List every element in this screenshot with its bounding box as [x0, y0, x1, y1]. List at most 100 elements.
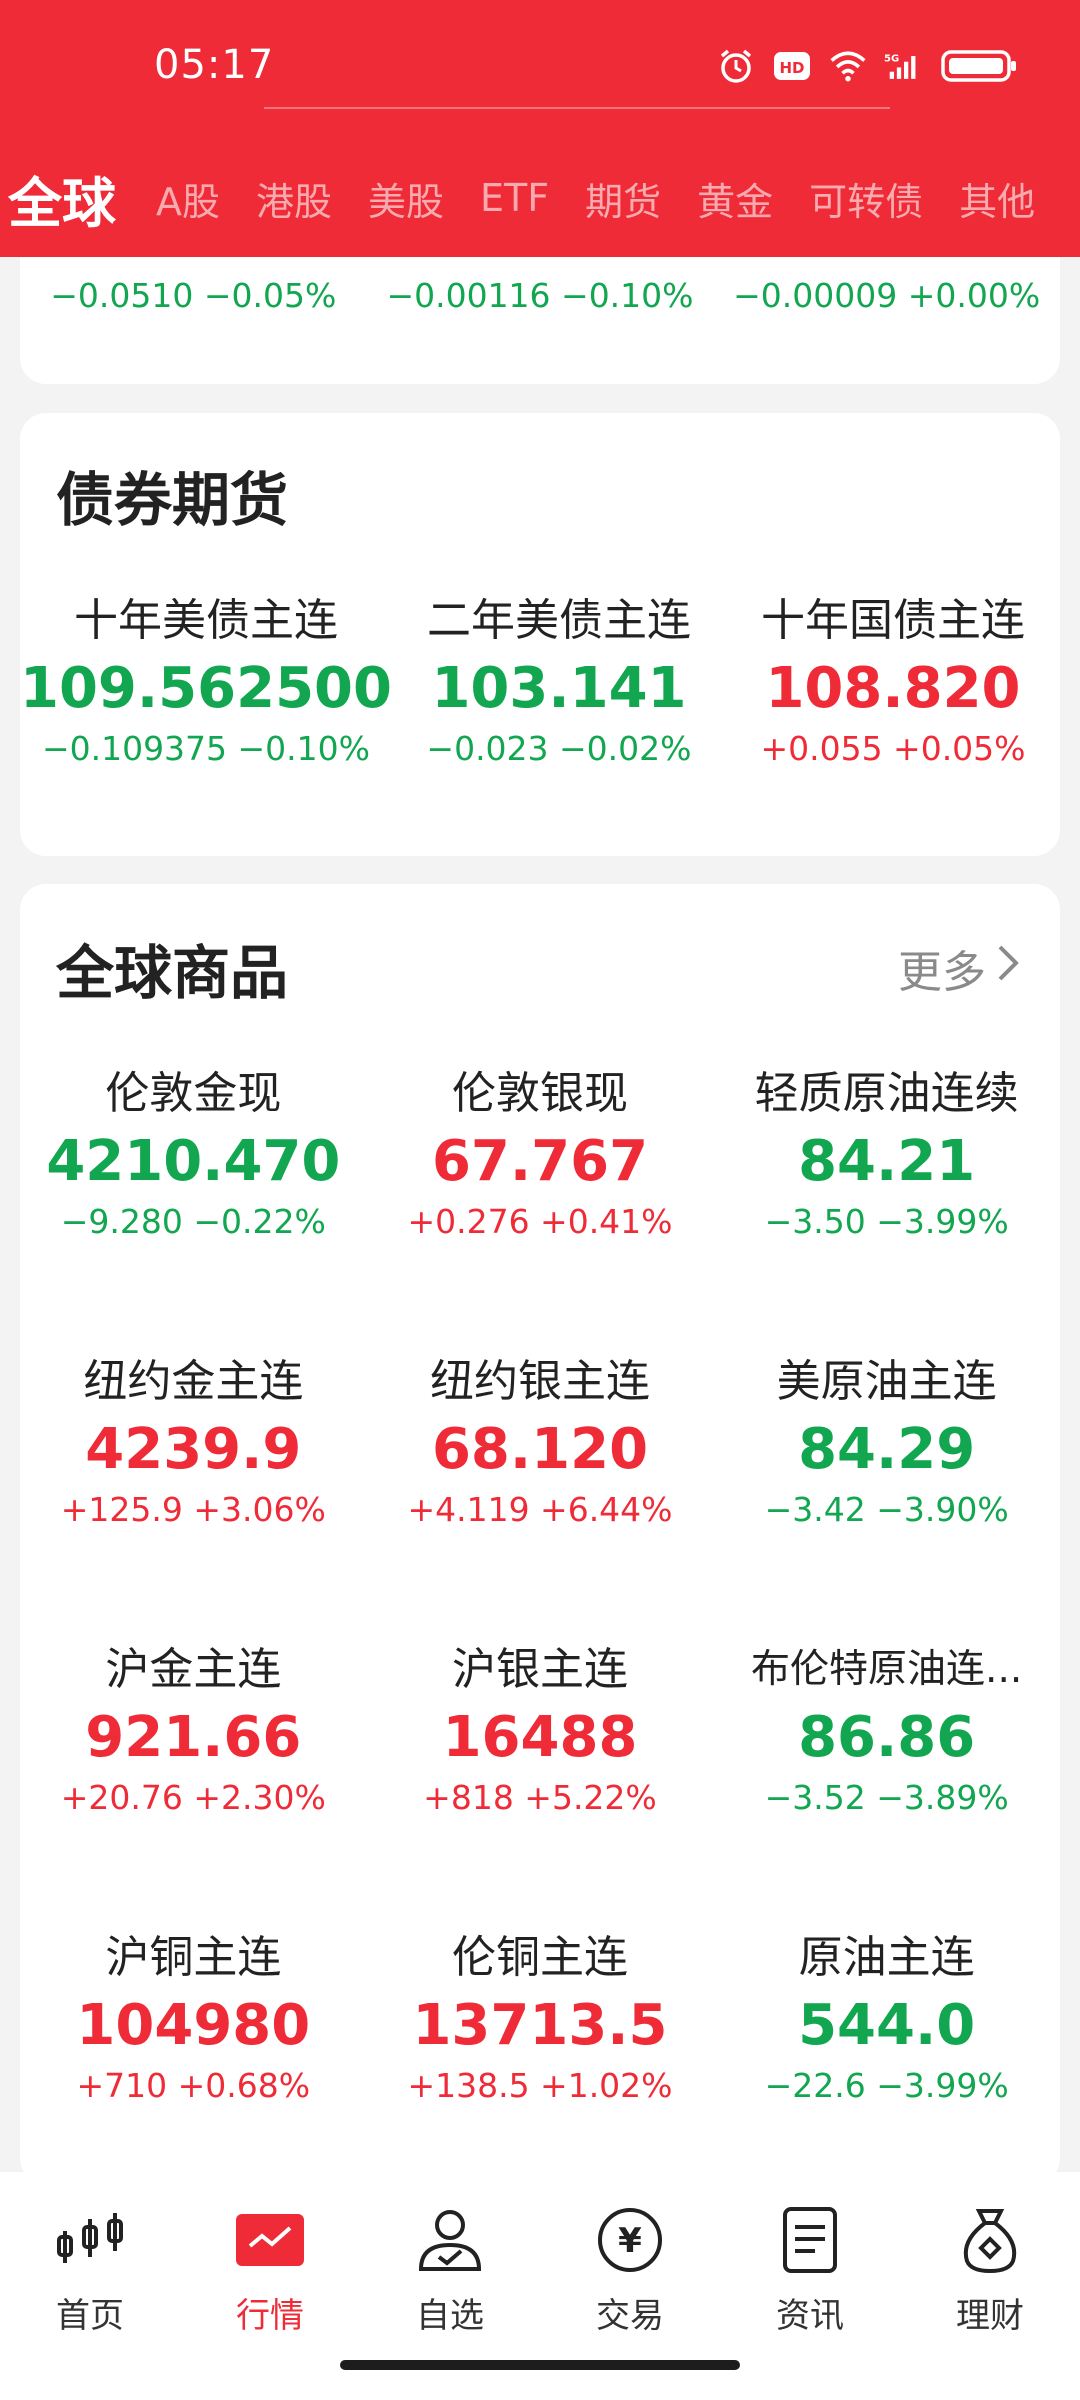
change-text: −0.00116 −0.10%: [386, 276, 694, 315]
quote-price: 84.21: [798, 1129, 976, 1194]
quote-name: 十年国债主连: [760, 595, 1025, 646]
more-label: 更多: [898, 947, 986, 998]
news-document-icon: [770, 2200, 850, 2280]
status-divider: [264, 107, 890, 109]
quote-change: −0.109375 −0.10%: [41, 729, 371, 768]
quote-item[interactable]: 沪金主连 921.66 +20.76 +2.30%: [20, 1640, 367, 1820]
home-indicator[interactable]: [340, 2360, 740, 2370]
tab-futures[interactable]: 期货: [567, 171, 679, 226]
quote-price: 4239.9: [85, 1417, 302, 1482]
status-time: 05:17: [154, 42, 275, 88]
quote-name: 沪金主连: [105, 1644, 282, 1695]
quote-price: 104980: [76, 1993, 311, 2058]
more-link[interactable]: 更多: [898, 936, 1020, 1000]
tab-hk-stocks[interactable]: 港股: [238, 171, 350, 226]
tab-us-stocks[interactable]: 美股: [350, 171, 462, 226]
quote-price: 13713.5: [412, 1993, 668, 2058]
quote-change: +138.5 +1.02%: [407, 2066, 673, 2105]
quote-name: 轻质原油连续: [754, 1068, 1019, 1119]
bond-futures-grid: 十年美债主连 109.562500 −0.109375 −0.10% 二年美债主…: [20, 591, 1060, 771]
nav-label: 交易: [596, 2296, 664, 2336]
commodities-card: 全球商品 更多 伦敦金现 4210.470 −9.280 −0.22% 伦敦银现…: [20, 884, 1060, 2184]
nav-market[interactable]: 行情: [180, 2172, 360, 2400]
tab-a-shares[interactable]: A股: [138, 171, 238, 226]
watchlist-person-icon: [410, 2200, 490, 2280]
5g-signal-icon: 5G: [884, 46, 924, 86]
quote-name: 纽约金主连: [83, 1356, 304, 1407]
forex-item[interactable]: −0.00116 −0.10%: [367, 274, 714, 318]
hd-icon: HD: [772, 46, 812, 86]
quote-item[interactable]: 沪银主连 16488 +818 +5.22%: [367, 1640, 714, 1820]
quote-change: −3.50 −3.99%: [764, 1202, 1009, 1241]
forex-item[interactable]: −0.00009 +0.00%: [713, 274, 1060, 318]
bond-futures-card: 债券期货 十年美债主连 109.562500 −0.109375 −0.10% …: [20, 413, 1060, 856]
change-text: −0.00009 +0.00%: [733, 276, 1041, 315]
home-candlestick-icon: [50, 2200, 130, 2280]
quote-name: 纽约银主连: [429, 1356, 650, 1407]
chevron-right-icon: [996, 943, 1020, 994]
quote-item[interactable]: 二年美债主连 103.141 −0.023 −0.02%: [392, 591, 726, 771]
battery-icon: [940, 46, 1020, 86]
status-bar: 05:17 HD 5G: [0, 0, 1080, 110]
quote-item[interactable]: 美原油主连 84.29 −3.42 −3.90%: [713, 1352, 1060, 1532]
nav-label: 资讯: [776, 2296, 844, 2336]
svg-text:¥: ¥: [618, 2221, 642, 2261]
quote-item[interactable]: 纽约银主连 68.120 +4.119 +6.44%: [367, 1352, 714, 1532]
nav-wealth[interactable]: 理财: [900, 2172, 1080, 2400]
quote-change: −0.023 −0.02%: [426, 729, 692, 768]
quote-item[interactable]: 纽约金主连 4239.9 +125.9 +3.06%: [20, 1352, 367, 1532]
quote-name: 美原油主连: [776, 1356, 997, 1407]
quote-item[interactable]: 伦铜主连 13713.5 +138.5 +1.02%: [367, 1928, 714, 2108]
nav-label: 行情: [236, 2296, 304, 2336]
quote-item[interactable]: 轻质原油连续 84.21 −3.50 −3.99%: [713, 1064, 1060, 1244]
quote-name: 沪银主连: [451, 1644, 628, 1695]
tab-etf[interactable]: ETF: [462, 176, 567, 220]
quote-item[interactable]: 十年国债主连 108.820 +0.055 +0.05%: [726, 591, 1060, 771]
quote-price: 84.29: [798, 1417, 976, 1482]
wealth-bag-icon: [950, 2200, 1030, 2280]
quote-price: 544.0: [798, 1993, 976, 2058]
quote-change: +125.9 +3.06%: [60, 1490, 326, 1529]
quote-price: 16488: [442, 1705, 638, 1770]
quote-price: 86.86: [798, 1705, 976, 1770]
quote-price: 109.562500: [20, 656, 392, 721]
quote-change: +20.76 +2.30%: [60, 1778, 326, 1817]
quote-price: 921.66: [85, 1705, 302, 1770]
quote-item[interactable]: 原油主连 544.0 −22.6 −3.99%: [713, 1928, 1060, 2108]
quote-name: 二年美债主连: [426, 595, 691, 646]
tab-others[interactable]: 其他: [941, 171, 1053, 226]
tab-convertible-bonds[interactable]: 可转债: [791, 171, 941, 226]
forex-item[interactable]: −0.0510 −0.05%: [20, 274, 367, 318]
tab-gold[interactable]: 黄金: [679, 171, 791, 226]
quote-name: 伦铜主连: [451, 1932, 628, 1983]
svg-text:HD: HD: [779, 59, 804, 77]
quote-price: 67.767: [431, 1129, 649, 1194]
tab-global[interactable]: 全球: [0, 159, 138, 238]
quote-change: +710 +0.68%: [76, 2066, 311, 2105]
card-title: 债券期货: [56, 466, 289, 534]
nav-home[interactable]: 首页: [0, 2172, 180, 2400]
quote-change: −9.280 −0.22%: [60, 1202, 326, 1241]
market-chart-icon: [230, 2200, 310, 2280]
quote-change: +0.055 +0.05%: [760, 729, 1026, 768]
quote-change: −3.42 −3.90%: [764, 1490, 1009, 1529]
quote-name: 沪铜主连: [105, 1932, 282, 1983]
quote-item[interactable]: 十年美债主连 109.562500 −0.109375 −0.10%: [20, 591, 392, 771]
svg-text:5G: 5G: [884, 54, 899, 65]
quote-name: 布伦特原油连...: [751, 1647, 1023, 1692]
quote-name: 十年美债主连: [73, 595, 338, 646]
quote-change: −22.6 −3.99%: [764, 2066, 1009, 2105]
quote-item[interactable]: 布伦特原油连... 86.86 −3.52 −3.89%: [713, 1640, 1060, 1820]
forex-grid: −0.0510 −0.05% −0.00116 −0.10% −0.00009 …: [20, 274, 1060, 318]
nav-news[interactable]: 资讯: [720, 2172, 900, 2400]
market-tabs: 全球 A股 港股 美股 ETF 期货 黄金 可转债 其他: [0, 158, 1080, 238]
quote-item[interactable]: 伦敦银现 67.767 +0.276 +0.41%: [367, 1064, 714, 1244]
status-icons: HD 5G: [716, 46, 1020, 86]
quote-item[interactable]: 伦敦金现 4210.470 −9.280 −0.22%: [20, 1064, 367, 1244]
quote-item[interactable]: 沪铜主连 104980 +710 +0.68%: [20, 1928, 367, 2108]
nav-label: 自选: [416, 2296, 484, 2336]
card-title: 全球商品: [56, 939, 289, 1007]
trade-yen-icon: ¥: [590, 2200, 670, 2280]
quote-price: 103.141: [431, 656, 687, 721]
quote-name: 伦敦银现: [451, 1068, 628, 1119]
